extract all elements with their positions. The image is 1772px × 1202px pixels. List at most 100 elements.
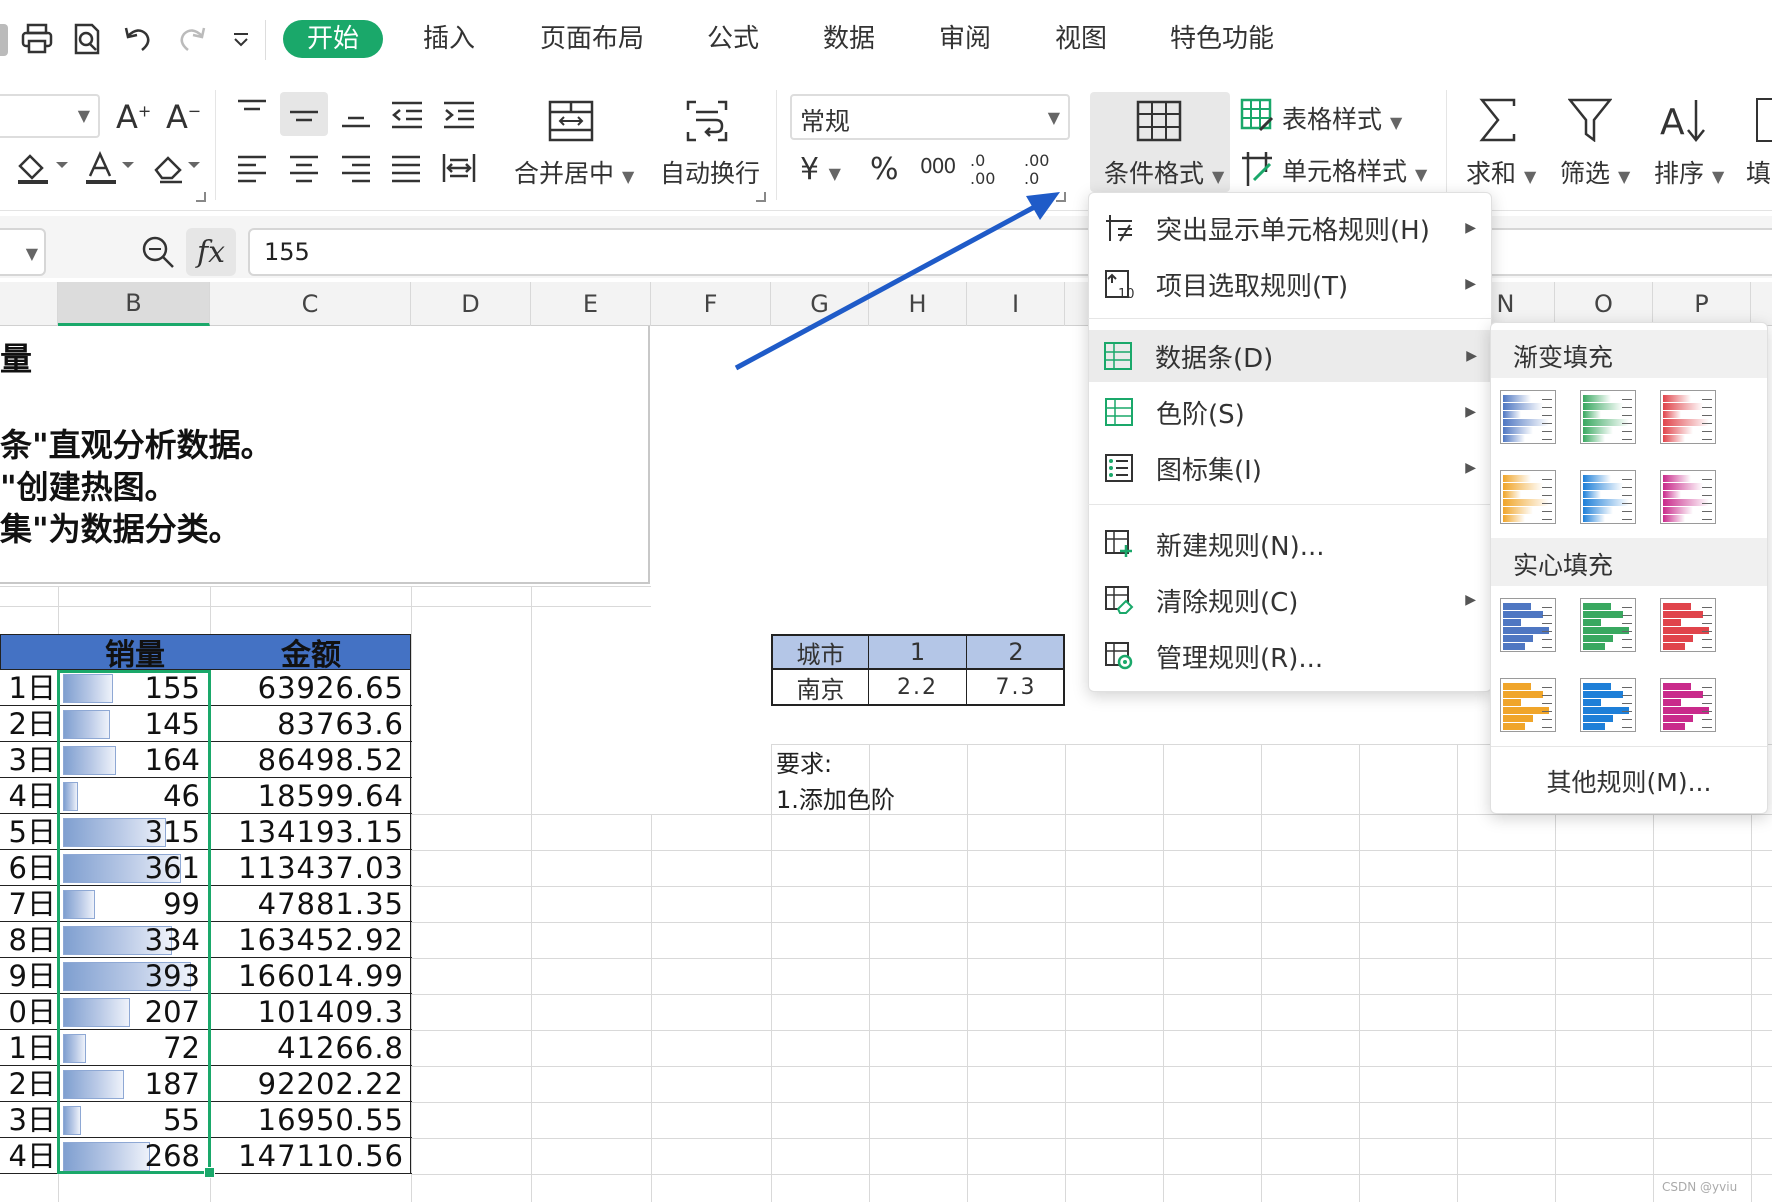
menu-item-data-bars[interactable]: 数据条(D) ▶ <box>1089 330 1491 382</box>
menu-item-icon-sets[interactable]: 图标集(I) ▶ <box>1090 442 1490 494</box>
number-format-select[interactable]: 常规 ▼ <box>790 94 1070 140</box>
justify-icon[interactable] <box>390 154 422 184</box>
column-header-b[interactable]: B <box>58 282 210 326</box>
other-rules-item[interactable]: 其他规则(M)... <box>1491 756 1767 806</box>
solid-fill-light-blue[interactable] <box>1580 678 1636 732</box>
amount-cell[interactable]: 47881.35 <box>210 886 410 922</box>
amount-cell[interactable]: 63926.65 <box>210 670 410 706</box>
decrease-font-icon[interactable]: A− <box>166 98 201 136</box>
sum-button[interactable]: 求和 ▼ <box>1466 154 1536 190</box>
name-box[interactable]: ▼ <box>0 228 46 276</box>
day-cell[interactable]: 2日 <box>0 1066 58 1102</box>
amount-cell[interactable]: 113437.03 <box>210 850 410 886</box>
column-header-e[interactable]: E <box>531 282 651 326</box>
solid-fill-blue[interactable] <box>1500 598 1556 652</box>
day-cell[interactable]: 4日 <box>0 1138 58 1174</box>
gradient-fill-purple[interactable] <box>1660 470 1716 524</box>
gradient-fill-orange[interactable] <box>1500 470 1556 524</box>
amount-cell[interactable]: 41266.8 <box>210 1030 410 1066</box>
day-cell[interactable]: 0日 <box>0 994 58 1030</box>
align-right-icon[interactable] <box>340 154 372 184</box>
merge-center-button[interactable]: 合并居中 ▼ <box>514 154 634 190</box>
menu-item-new-rule[interactable]: 新建规则(N)... <box>1090 518 1490 570</box>
gradient-fill-green[interactable] <box>1580 390 1636 444</box>
align-bottom-icon[interactable] <box>340 100 372 130</box>
font-size-select[interactable]: ▼ <box>0 94 100 138</box>
tab-special-features[interactable]: 特色功能 <box>1170 20 1274 58</box>
menu-item-clear-rules[interactable]: 清除规则(C) ▶ <box>1090 574 1490 626</box>
font-color-icon[interactable] <box>82 150 138 186</box>
customize-toolbar-icon[interactable] <box>232 32 250 48</box>
print-preview-icon[interactable] <box>70 22 104 56</box>
day-cell[interactable]: 5日 <box>0 814 58 850</box>
decrease-indent-icon[interactable] <box>390 100 424 130</box>
amount-cell[interactable]: 101409.3 <box>210 994 410 1030</box>
menu-item-top-bottom-rules[interactable]: 10 项目选取规则(T) ▶ <box>1090 258 1490 310</box>
amount-cell[interactable]: 18599.64 <box>210 778 410 814</box>
solid-fill-purple[interactable] <box>1660 678 1716 732</box>
align-left-icon[interactable] <box>236 154 268 184</box>
align-top-icon[interactable] <box>236 98 268 128</box>
menu-item-manage-rules[interactable]: 管理规则(R)... <box>1090 630 1490 682</box>
instruction-textbox[interactable]: 量 条"直观分析数据。 "创建热图。 集"为数据分类。 <box>0 326 650 584</box>
gradient-fill-red[interactable] <box>1660 390 1716 444</box>
sum-icon[interactable] <box>1478 98 1518 142</box>
column-header-a-partial[interactable] <box>0 282 58 326</box>
filter-icon[interactable] <box>1568 98 1612 142</box>
table-style-button[interactable]: 表格样式 ▼ <box>1282 100 1402 136</box>
amount-cell[interactable]: 147110.56 <box>210 1138 410 1174</box>
cell-style-button[interactable]: 单元格样式 ▼ <box>1282 152 1427 188</box>
day-cell[interactable]: 1日 <box>0 1030 58 1066</box>
undo-icon[interactable] <box>122 24 154 54</box>
zoom-search-icon[interactable] <box>140 234 176 270</box>
thousands-separator-button[interactable]: 000 <box>920 154 956 178</box>
tab-review[interactable]: 审阅 <box>939 20 991 58</box>
solid-fill-red[interactable] <box>1660 598 1716 652</box>
day-cell[interactable]: 8日 <box>0 922 58 958</box>
sort-icon[interactable]: A <box>1660 98 1708 142</box>
wrap-text-icon[interactable] <box>684 100 730 142</box>
day-cell[interactable]: 1日 <box>0 670 58 706</box>
fill-color-icon[interactable] <box>14 150 70 186</box>
sort-button[interactable]: 排序 ▼ <box>1654 154 1724 190</box>
amount-cell[interactable]: 83763.6 <box>210 706 410 742</box>
menu-item-highlight-rules[interactable]: 突出显示单元格规则(H) ▶ <box>1090 202 1490 254</box>
day-cell[interactable]: 7日 <box>0 886 58 922</box>
merge-center-icon[interactable] <box>548 100 594 142</box>
clear-format-icon[interactable] <box>150 150 206 186</box>
column-header-d[interactable]: D <box>411 282 531 326</box>
tab-home[interactable]: 开始 <box>283 20 384 58</box>
filter-button[interactable]: 筛选 ▼ <box>1560 154 1630 190</box>
redo-icon[interactable] <box>176 24 208 54</box>
gradient-fill-blue[interactable] <box>1500 390 1556 444</box>
tab-data[interactable]: 数据 <box>823 20 875 58</box>
day-cell[interactable]: 6日 <box>0 850 58 886</box>
column-header-c[interactable]: C <box>210 282 411 326</box>
print-icon[interactable] <box>20 22 54 56</box>
gradient-fill-light-blue[interactable] <box>1580 470 1636 524</box>
day-cell[interactable]: 9日 <box>0 958 58 994</box>
menu-item-color-scales[interactable]: 色阶(S) ▶ <box>1090 386 1490 438</box>
tab-view[interactable]: 视图 <box>1055 20 1107 58</box>
day-cell[interactable]: 2日 <box>0 706 58 742</box>
column-header-o[interactable]: O <box>1555 282 1653 326</box>
partial-button[interactable] <box>0 24 8 56</box>
table-style-icon[interactable] <box>1240 98 1274 132</box>
day-cell[interactable]: 3日 <box>0 1102 58 1138</box>
dialog-launcher-icon[interactable] <box>196 192 206 202</box>
day-cell[interactable]: 3日 <box>0 742 58 778</box>
column-header-p[interactable]: P <box>1653 282 1751 326</box>
day-cell[interactable]: 4日 <box>0 778 58 814</box>
solid-fill-green[interactable] <box>1580 598 1636 652</box>
increase-indent-icon[interactable] <box>442 100 476 130</box>
tab-insert[interactable]: 插入 <box>423 20 475 58</box>
amount-cell[interactable]: 163452.92 <box>210 922 410 958</box>
increase-font-icon[interactable]: A+ <box>116 98 151 136</box>
tab-page-layout[interactable]: 页面布局 <box>540 20 644 58</box>
solid-fill-orange[interactable] <box>1500 678 1556 732</box>
distributed-align-icon[interactable] <box>442 152 476 184</box>
fill-icon[interactable] <box>1756 98 1772 142</box>
insert-function-button[interactable]: fx <box>186 228 236 276</box>
fill-button[interactable]: 填 <box>1746 154 1771 190</box>
amount-cell[interactable]: 86498.52 <box>210 742 410 778</box>
